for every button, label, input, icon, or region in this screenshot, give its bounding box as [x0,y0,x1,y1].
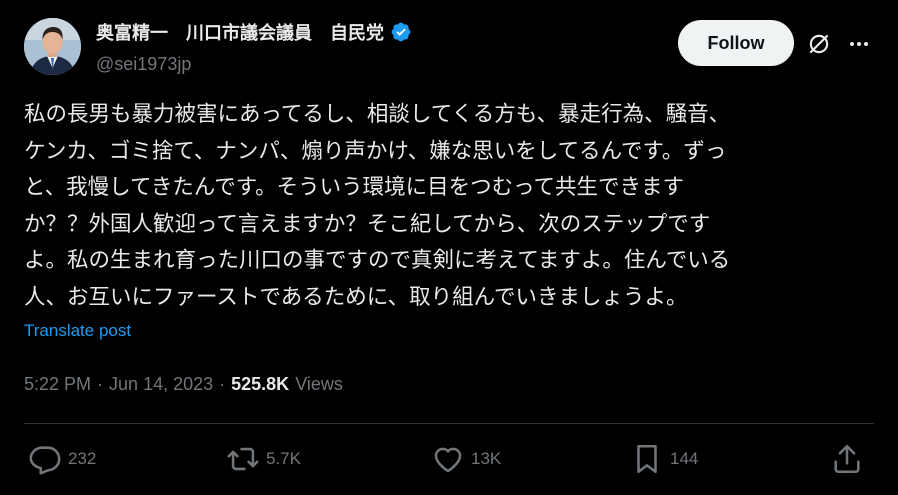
post-time[interactable]: 5:22 PM [24,374,91,395]
bookmark-button[interactable]: 144 [630,440,698,478]
post-meta: 5:22 PM · Jun 14, 2023 · 525.8K Views [24,371,343,397]
divider [24,423,874,424]
share-icon [834,444,860,474]
post-date[interactable]: Jun 14, 2023 [109,374,213,395]
repost-button[interactable]: 5.7K [226,440,301,478]
action-bar: 232 5.7K 13K 144 [24,440,874,478]
views-count: 525.8K [231,373,290,394]
more-options-icon[interactable] [846,32,872,56]
like-count: 13K [471,449,502,468]
repost-count: 5.7K [266,449,301,468]
like-button[interactable]: 13K [431,440,501,478]
bookmark-count: 144 [670,449,699,468]
follow-button[interactable]: Follow [678,20,794,66]
post-text: 私の長男も暴力被害にあってるし、相談してくる方も、暴走行為、騒音、 ケンカ、ゴミ… [24,102,731,310]
translate-post-link[interactable]: Translate post [24,321,131,341]
share-button[interactable] [830,440,864,478]
avatar[interactable] [24,18,81,75]
avatar-image [24,18,81,75]
author-name-row[interactable]: 奥富精一 川口市議会議員 自民党 [96,18,412,46]
bookmark-icon [637,444,657,474]
reply-count: 232 [68,449,97,468]
reply-button[interactable]: 232 [28,440,96,478]
reply-icon [29,446,61,475]
views-label: Views [295,373,343,394]
repost-icon [227,447,259,471]
verified-badge-icon [391,22,411,42]
meta-separator: · [219,373,226,394]
author-display-name[interactable]: 奥富精一 川口市議会議員 自民党 [96,19,384,45]
meta-separator: · [97,373,104,394]
heart-icon [434,447,462,473]
author-handle[interactable]: @sei1973jp [96,54,191,75]
grok-icon[interactable] [806,31,832,57]
